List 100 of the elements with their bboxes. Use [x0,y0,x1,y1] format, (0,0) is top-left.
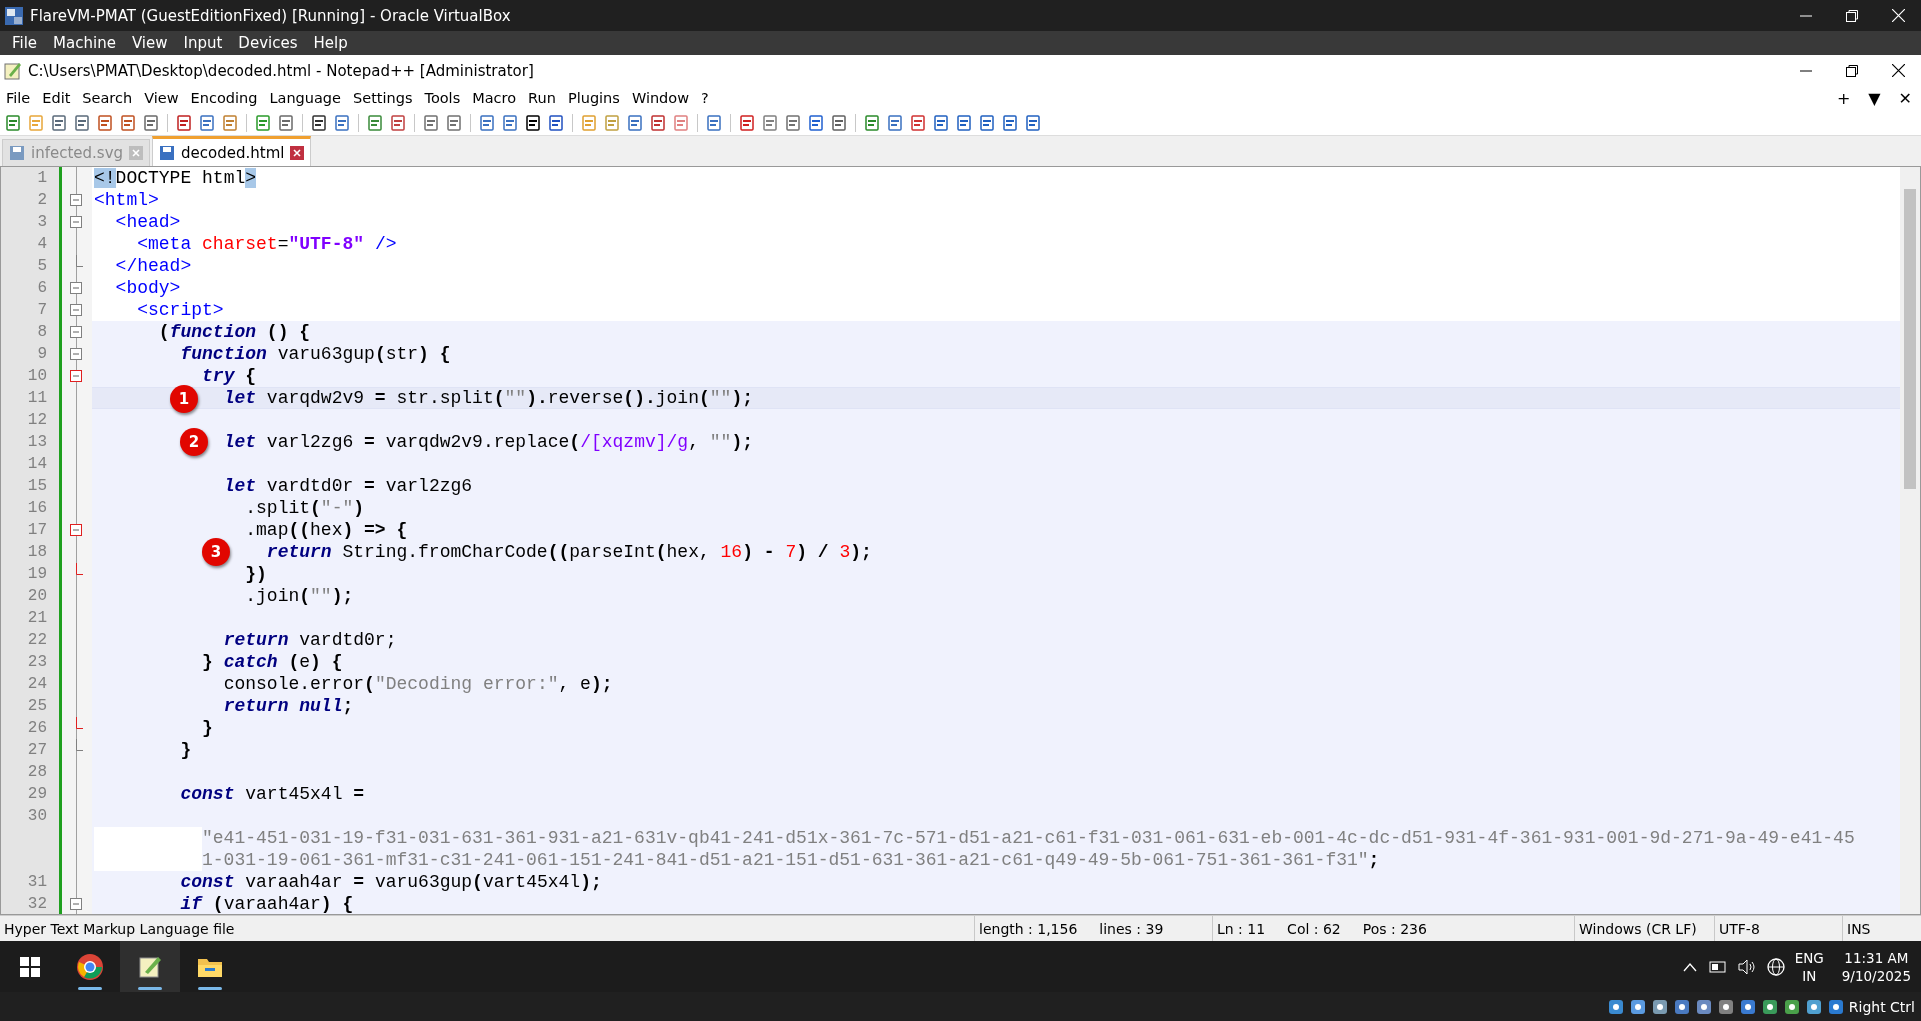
menu-item[interactable]: Settings [347,90,419,106]
code-line: (function () { [158,322,311,342]
region-label[interactable]: IN [1802,966,1817,985]
globe-icon[interactable] [1766,957,1785,976]
notepad-icon [3,60,23,81]
code-line: } [180,740,192,760]
line-number: 18 [26,542,48,563]
code-line: <meta charset="UTF-8" /> [137,234,397,254]
clock-date[interactable]: 9/10/2025 [1841,966,1911,985]
menu-item[interactable]: Language [263,90,347,106]
running-indicator [78,987,102,990]
line-number: 30 [26,806,48,827]
speaker-icon[interactable] [1736,958,1757,975]
code-line: "e41-451-031-19-f31-031-631-361-931-a21-631v-qb41-241-d51x-361-7c-571-d51-a21-c61-f31-031-061-631-eb-001-4c-dc-d51-931-4f-361-931-001-9d-271-9a-49-e41-45 [202,828,1855,848]
menu-item[interactable]: ? [695,90,715,106]
line-count: lines : 39 [1099,920,1164,937]
line-number: 21 [26,608,48,629]
code-line: const varaah4ar = varu63gup(vart45x4l); [180,872,602,892]
menu-button[interactable]: ✕ [1889,88,1921,108]
tab-label: infected.svg [31,144,124,162]
tab-label: decoded.html [181,143,285,162]
code-line: <!DOCTYPE html> [94,168,257,188]
browser-icon [76,952,104,981]
chevron-up-icon[interactable] [1682,961,1697,972]
code-line: let varl2zg6 = varqdw2v9.replace(/[xqzmv]/g, ""); [223,432,753,452]
running-indicator [198,987,222,990]
restore-icon[interactable] [1846,9,1858,22]
number-badge: 3 [202,538,230,566]
line-number: 12 [26,410,48,431]
code-line: 1-031-19-061-361-mf31-c31-241-061-151-241-841-d51-a21-151-d51-631-361-a21-c61-q49-49-5b-061-751-361-361-f31"; [202,850,1380,870]
code-line: const vart45x4l = [180,784,365,804]
window-title: FlareVM-PMAT (GuestEditionFixed) [Running] - Oracle VirtualBox [30,6,512,25]
line-number: 7 [36,300,48,321]
code-line: </head> [115,256,192,276]
line-number: 23 [26,652,48,673]
menu-item[interactable]: Edit [36,90,77,106]
line-number: 22 [26,630,48,651]
cursor-position: Pos : 236 [1362,920,1427,937]
menu-item[interactable]: Search [76,90,139,106]
line-number: 15 [26,476,48,497]
close-icon[interactable] [1891,64,1905,77]
number-badge: 1 [170,385,198,413]
menu-item[interactable]: View [123,34,176,52]
code-line: } catch (e) { [202,652,343,672]
menu-item[interactable]: View [138,90,185,106]
code-line: if (varaah4ar) { [180,894,354,914]
line-number: 20 [26,586,48,607]
line-number: 17 [26,520,48,541]
code-line: return vardtd0r; [223,630,397,650]
window-title: C:\Users\PMAT\Desktop\decoded.html - Notepad++ [Administrator] [28,61,535,80]
line-number: 16 [26,498,48,519]
line-number: 9 [36,344,48,365]
menu-item[interactable]: Macro [466,90,523,106]
code-line: <html> [94,190,159,210]
line-number: 32 [26,894,48,914]
code-line: let vardtd0r = varl2zg6 [223,476,473,496]
menu-item[interactable]: Run [522,90,562,106]
menu-button[interactable]: ▼ [1859,88,1890,108]
language-label[interactable]: ENG [1794,948,1824,967]
menu-item[interactable]: File [4,34,46,52]
line-number: 5 [36,256,48,277]
code-line: console.error("Decoding error:", e); [223,674,613,694]
taskbar-button[interactable] [120,941,180,992]
line-number: 2 [36,190,48,211]
line-number: 24 [26,674,48,695]
line-number: 31 [26,872,48,893]
file-tab[interactable]: decoded.html [152,136,312,166]
clock-time[interactable]: 11:31 AM [1844,948,1909,967]
menu-item[interactable]: File [0,90,37,106]
code-line: }) [245,564,267,584]
battery-icon[interactable] [1706,959,1727,974]
line-number: 14 [26,454,48,475]
cursor-column: Col : 62 [1287,920,1341,937]
menu-item[interactable]: Window [625,90,696,106]
menu-item[interactable]: Devices [230,34,306,52]
line-number: 10 [26,366,48,387]
menu-item[interactable]: Tools [418,90,467,106]
code-line: .join(""); [245,586,354,606]
code-line: let varqdw2v9 = str.split("").reverse().join(""); [223,388,753,408]
line-number: 8 [36,322,48,343]
line-number: 6 [36,278,48,299]
line-number: 11 [26,388,48,409]
menu-item[interactable]: Machine [45,34,124,52]
code-editor[interactable] [0,166,1921,915]
windows-logo-icon[interactable] [20,956,40,977]
menu-item[interactable]: Encoding [184,90,264,106]
menu-item[interactable]: Help [305,34,356,52]
insert-mode: INS [1846,919,1872,939]
code-line: <head> [115,212,181,232]
line-number: 28 [26,762,48,783]
restore-icon[interactable] [1846,64,1858,77]
code-line: .split("-") [245,498,365,518]
line-number: 19 [26,564,48,585]
line-number: 26 [26,718,48,739]
scrollbar[interactable] [1900,167,1920,914]
host-key-label: Right Ctrl [1848,998,1915,1015]
line-number: 27 [26,740,48,761]
menu-button[interactable]: + [1827,88,1860,108]
menu-item[interactable]: Input [175,34,231,52]
menu-item[interactable]: Plugins [561,90,626,106]
